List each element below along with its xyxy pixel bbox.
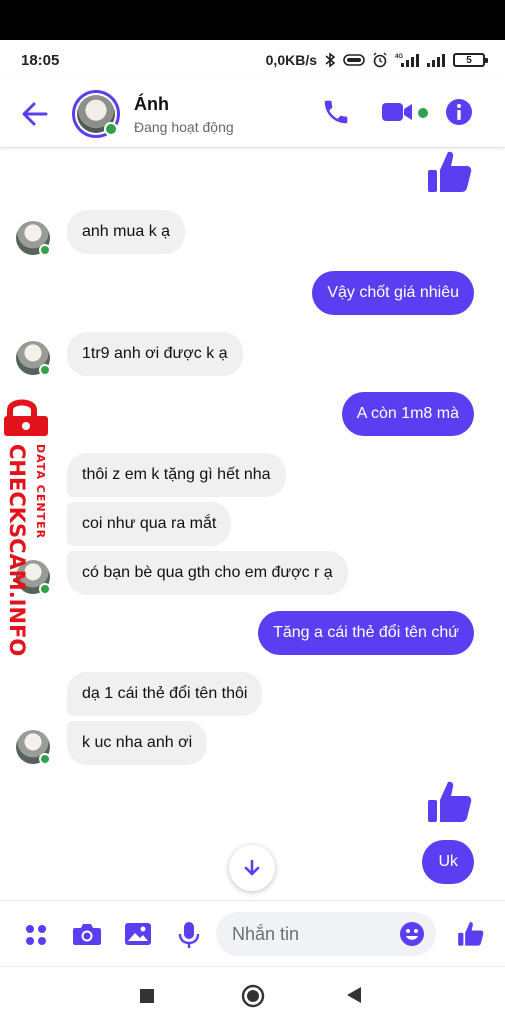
watermark-brand: CHECKSCAM.INFO <box>5 444 29 657</box>
back-arrow-icon[interactable] <box>20 100 50 128</box>
video-camera-icon[interactable] <box>380 97 414 127</box>
like-icon[interactable] <box>457 920 485 948</box>
chat-header: Ánh Đang hoạt động <box>0 80 505 148</box>
phone-icon[interactable] <box>321 97 351 127</box>
contact-name[interactable]: Ánh <box>134 94 169 115</box>
home-circle-icon[interactable] <box>241 984 265 1008</box>
outgoing-message[interactable]: Tăng a cái thẻ đổi tên chứ <box>258 611 474 655</box>
recents-square-icon[interactable] <box>139 988 155 1004</box>
incoming-message[interactable]: k uc nha anh ơi <box>67 721 208 765</box>
bluetooth-icon <box>325 52 336 68</box>
incoming-message[interactable]: anh mua k ạ <box>67 210 186 254</box>
outgoing-message[interactable]: Vậy chốt giá nhiêu <box>312 271 474 315</box>
watermark-tagline: DATA CENTER <box>34 444 47 540</box>
emoji-icon[interactable] <box>399 921 425 947</box>
camera-icon[interactable] <box>72 921 102 947</box>
network-speed: 0,0KB/s <box>265 52 317 68</box>
back-triangle-icon[interactable] <box>345 986 363 1004</box>
outgoing-message[interactable]: A còn 1m8 mà <box>341 392 474 436</box>
online-indicator <box>39 753 51 765</box>
incoming-message[interactable]: coi như qua ra mắt <box>67 502 232 546</box>
network-type: 4G <box>395 54 403 60</box>
status-indicators: 0,0KB/s 4G 5 <box>265 50 488 70</box>
incoming-message[interactable]: dạ 1 cái thẻ đổi tên thôi <box>67 672 263 716</box>
info-icon[interactable] <box>444 97 474 127</box>
microphone-icon[interactable] <box>178 921 200 949</box>
apps-grid-icon[interactable] <box>24 923 48 947</box>
signal-icon: 4G <box>395 54 419 67</box>
arrow-down-icon <box>244 859 260 876</box>
vpn-key-icon <box>343 54 365 66</box>
outgoing-message[interactable]: Uk <box>422 840 474 884</box>
incoming-message[interactable]: 1tr9 anh ơi được k ạ <box>67 332 243 376</box>
online-indicator <box>39 364 51 376</box>
contact-status: Đang hoạt động <box>134 119 234 135</box>
online-indicator <box>39 244 51 256</box>
signal-icon-2 <box>427 54 445 67</box>
status-bar: 18:05 0,0KB/s 4G 5 <box>0 40 505 80</box>
gallery-icon[interactable] <box>124 921 152 947</box>
battery-level: 5 <box>466 54 472 66</box>
battery-icon: 5 <box>453 53 488 67</box>
top-black-bar <box>0 0 505 40</box>
like-sticker-icon <box>428 151 472 192</box>
status-time: 18:05 <box>21 52 60 69</box>
checkscam-watermark: CHECKSCAM.INFO DATA CENTER <box>0 396 60 656</box>
incoming-message[interactable]: thôi z em k tặng gì hết nha <box>67 453 286 497</box>
message-list[interactable]: anh mua k ạ Vậy chốt giá nhiêu 1tr9 anh … <box>0 148 505 900</box>
incoming-message[interactable]: có bạn bè qua gth cho em được r ạ <box>67 551 348 595</box>
video-active-dot <box>418 108 428 118</box>
online-indicator <box>104 122 118 136</box>
like-sticker-icon <box>428 781 472 822</box>
system-navigation-bar <box>0 966 505 1024</box>
alarm-icon <box>373 52 387 68</box>
message-composer <box>0 900 505 966</box>
scroll-to-bottom-button[interactable] <box>229 845 275 891</box>
